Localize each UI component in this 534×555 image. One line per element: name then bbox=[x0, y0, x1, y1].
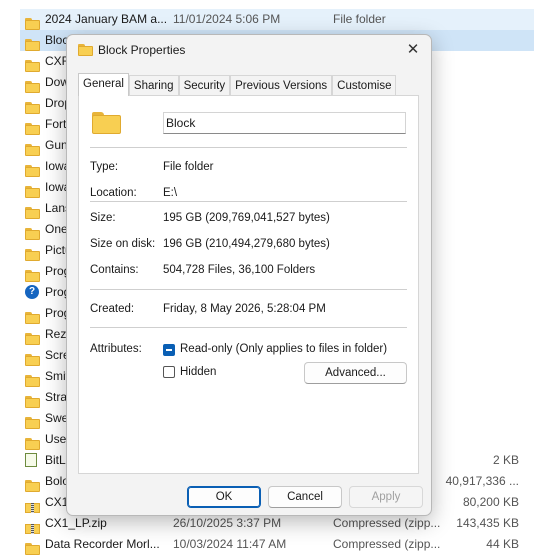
ok-button[interactable]: OK bbox=[187, 486, 261, 508]
file-row[interactable]: 2024 January BAM a... 11/01/2024 5:06 PM F… bbox=[20, 9, 534, 30]
contains-value: 504,728 Files, 36,100 Folders bbox=[163, 264, 316, 276]
created-label: Created: bbox=[90, 303, 135, 315]
separator bbox=[90, 147, 407, 148]
folder-icon bbox=[25, 248, 40, 261]
help-icon: ? bbox=[25, 285, 39, 299]
tab-customise[interactable]: Customise bbox=[332, 75, 397, 96]
file-date: 26/10/2025 3:37 PM bbox=[173, 516, 282, 530]
file-date: 11/01/2024 5:06 PM bbox=[173, 12, 281, 26]
file-size: 44 KB bbox=[486, 537, 519, 551]
folder-icon bbox=[25, 80, 40, 93]
dialog-title: Block Properties bbox=[98, 43, 186, 57]
hidden-label[interactable]: Hidden bbox=[180, 366, 216, 378]
size-on-disk-label: Size on disk: bbox=[90, 238, 156, 250]
separator bbox=[90, 289, 407, 290]
separator bbox=[90, 327, 407, 328]
file-row[interactable]: CX1_LP.zip 26/10/2025 3:37 PM Compressed (… bbox=[20, 513, 534, 534]
file-size: 80,200 KB bbox=[462, 495, 519, 509]
readonly-label[interactable]: Read-only (Only applies to files in fold… bbox=[180, 343, 387, 355]
folder-icon bbox=[25, 206, 40, 219]
size-on-disk-value: 196 GB (210,494,279,680 bytes) bbox=[163, 238, 330, 250]
properties-dialog: Block Properties ✕ General Sharing Secur… bbox=[66, 34, 432, 516]
text-file-icon bbox=[25, 453, 37, 467]
zip-icon bbox=[25, 522, 40, 534]
folder-icon bbox=[25, 185, 40, 198]
general-panel: Block Type: File folder Location: E:\ Si… bbox=[78, 95, 419, 474]
tab-bar: General Sharing Security Previous Versio… bbox=[78, 73, 397, 96]
advanced-button[interactable]: Advanced... bbox=[304, 362, 407, 384]
folder-icon bbox=[25, 269, 40, 282]
tab-previous-versions[interactable]: Previous Versions bbox=[230, 75, 333, 96]
contains-label: Contains: bbox=[90, 264, 139, 276]
file-name: Data Recorder Morl... bbox=[45, 537, 160, 551]
close-button[interactable]: ✕ bbox=[401, 39, 425, 61]
location-value: E:\ bbox=[163, 187, 178, 199]
folder-icon bbox=[25, 164, 40, 177]
folder-icon bbox=[25, 437, 40, 450]
folder-icon bbox=[25, 17, 40, 30]
cancel-button[interactable]: Cancel bbox=[268, 486, 342, 508]
tab-sharing[interactable]: Sharing bbox=[128, 75, 179, 96]
file-name: 2024 January BAM a... bbox=[45, 12, 167, 26]
folder-icon bbox=[25, 38, 40, 51]
folder-icon bbox=[25, 311, 40, 324]
folder-icon bbox=[25, 353, 40, 366]
attributes-label: Attributes: bbox=[90, 343, 142, 355]
folder-icon bbox=[25, 101, 40, 114]
created-value: Friday, 8 May 2026, 5:28:04 PM bbox=[163, 303, 326, 315]
file-size: 143,435 KB bbox=[456, 516, 519, 530]
dialog-titlebar[interactable]: Block Properties ✕ bbox=[67, 35, 431, 65]
file-type: File folder bbox=[333, 12, 386, 26]
folder-name-input[interactable]: Block bbox=[163, 112, 406, 134]
folder-icon bbox=[25, 374, 40, 387]
location-label: Location: bbox=[90, 187, 137, 199]
folder-icon bbox=[25, 395, 40, 408]
file-date: 10/03/2024 11:47 AM bbox=[173, 537, 287, 551]
size-label: Size: bbox=[90, 212, 116, 224]
file-type: Compressed (zipp... bbox=[333, 516, 441, 530]
type-label: Type: bbox=[90, 161, 119, 173]
separator bbox=[90, 201, 407, 202]
folder-icon bbox=[25, 479, 40, 492]
folder-icon bbox=[25, 59, 40, 72]
folder-icon bbox=[25, 227, 40, 240]
folder-icon bbox=[25, 332, 40, 345]
tab-security[interactable]: Security bbox=[178, 75, 231, 96]
hidden-checkbox[interactable] bbox=[163, 366, 175, 378]
file-type: Compressed (zipp... bbox=[333, 537, 441, 551]
apply-button[interactable]: Apply bbox=[349, 486, 423, 508]
file-size: 40,917,336 ... bbox=[445, 474, 519, 488]
folder-icon bbox=[25, 416, 40, 429]
folder-icon bbox=[25, 122, 40, 135]
zip-icon bbox=[25, 501, 40, 513]
size-value: 195 GB (209,769,041,527 bytes) bbox=[163, 212, 330, 224]
file-name: CX1_LP.zip bbox=[45, 516, 107, 530]
tab-general[interactable]: General bbox=[78, 73, 129, 96]
folder-large-icon bbox=[92, 112, 121, 134]
folder-icon bbox=[78, 44, 93, 56]
file-row[interactable]: Data Recorder Morl... 10/03/2024 11:47 AM… bbox=[20, 534, 534, 555]
file-size: 2 KB bbox=[492, 453, 519, 467]
readonly-checkbox[interactable] bbox=[163, 344, 175, 356]
folder-icon bbox=[25, 143, 40, 156]
type-value: File folder bbox=[163, 161, 214, 173]
